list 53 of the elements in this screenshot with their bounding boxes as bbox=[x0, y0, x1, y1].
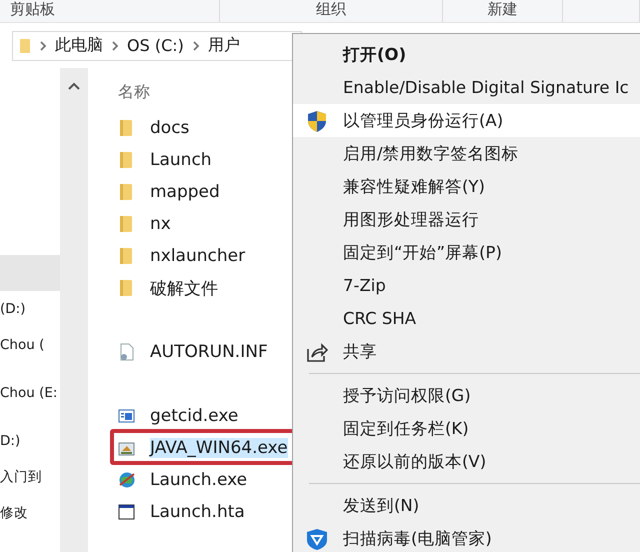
scroll-up-icon[interactable] bbox=[68, 82, 80, 90]
address-bar[interactable]: 此电脑 OS (C:) 用户 bbox=[12, 30, 302, 60]
file-name[interactable]: Launch.hta bbox=[150, 502, 245, 522]
shield-icon bbox=[306, 110, 328, 133]
menu-item[interactable]: 扫描病毒(电脑管家) bbox=[293, 522, 640, 552]
settings-file-icon bbox=[118, 343, 136, 361]
chevron-icon bbox=[111, 40, 119, 50]
sidebar-highlight bbox=[0, 255, 60, 291]
file-name[interactable]: mapped bbox=[150, 182, 220, 202]
sidebar-item[interactable]: D:) bbox=[0, 433, 20, 449]
menu-item[interactable]: CRC SHA bbox=[293, 302, 640, 335]
file-name[interactable]: Launch.exe bbox=[150, 470, 248, 490]
menu-item[interactable]: 以管理员身份运行(A) bbox=[293, 104, 640, 137]
menu-item[interactable]: 启用/禁用数字签名图标 bbox=[293, 137, 640, 170]
sidebar-item[interactable]: (D:) bbox=[0, 301, 26, 317]
menu-item[interactable]: 发送到(N) bbox=[293, 489, 640, 522]
scrollbar[interactable] bbox=[60, 68, 88, 552]
breadcrumb[interactable]: OS (C:) bbox=[127, 36, 184, 55]
shield-check-icon bbox=[306, 528, 328, 551]
menu-item[interactable]: Enable/Disable Digital Signature Ic bbox=[293, 71, 640, 104]
menu-item[interactable]: 固定到“开始”屏幕(P) bbox=[293, 236, 640, 269]
file-name[interactable]: docs bbox=[150, 118, 190, 138]
file-name[interactable]: AUTORUN.INF bbox=[150, 342, 268, 362]
share-icon bbox=[306, 341, 328, 364]
sidebar-item[interactable]: 入门到 bbox=[0, 468, 42, 486]
chevron-icon bbox=[39, 40, 47, 50]
file-name[interactable]: 破解文件 bbox=[150, 276, 218, 300]
chevron-icon bbox=[192, 40, 200, 50]
menu-item[interactable]: 授予访问权限(G) bbox=[293, 379, 640, 412]
file-name[interactable]: nxlauncher bbox=[150, 246, 246, 266]
ribbon-group-label: 剪贴板 bbox=[10, 0, 55, 18]
breadcrumb[interactable]: 此电脑 bbox=[55, 35, 103, 56]
sidebar-item[interactable]: Chou ( bbox=[0, 337, 44, 353]
sidebar-item[interactable]: 修改 bbox=[0, 504, 28, 522]
sidebar-item[interactable]: Chou (E: bbox=[0, 385, 58, 401]
file-name[interactable]: JAVA_WIN64.exe bbox=[150, 438, 288, 458]
window-icon bbox=[118, 503, 136, 521]
breadcrumb[interactable]: 用户 bbox=[208, 35, 240, 56]
application-icon bbox=[118, 407, 136, 425]
ribbon-group-label: 新建 bbox=[488, 0, 518, 18]
column-header[interactable]: 名称 bbox=[118, 82, 150, 103]
folder-icon bbox=[19, 38, 31, 54]
menu-item[interactable]: 7-Zip bbox=[293, 269, 640, 302]
file-name[interactable]: Launch bbox=[150, 150, 212, 170]
file-name[interactable]: getcid.exe bbox=[150, 406, 238, 426]
menu-item[interactable]: 用图形处理器运行 bbox=[293, 203, 640, 236]
menu-item[interactable]: 兼容性疑难解答(Y) bbox=[293, 170, 640, 203]
menu-item[interactable]: 固定到任务栏(K) bbox=[293, 412, 640, 445]
globe-icon bbox=[118, 471, 136, 489]
menu-item[interactable]: 共享 bbox=[293, 335, 640, 368]
file-name[interactable]: nx bbox=[150, 214, 171, 234]
ribbon-group-label: 组织 bbox=[316, 0, 346, 18]
menu-item[interactable]: 还原以前的版本(V) bbox=[293, 445, 640, 478]
